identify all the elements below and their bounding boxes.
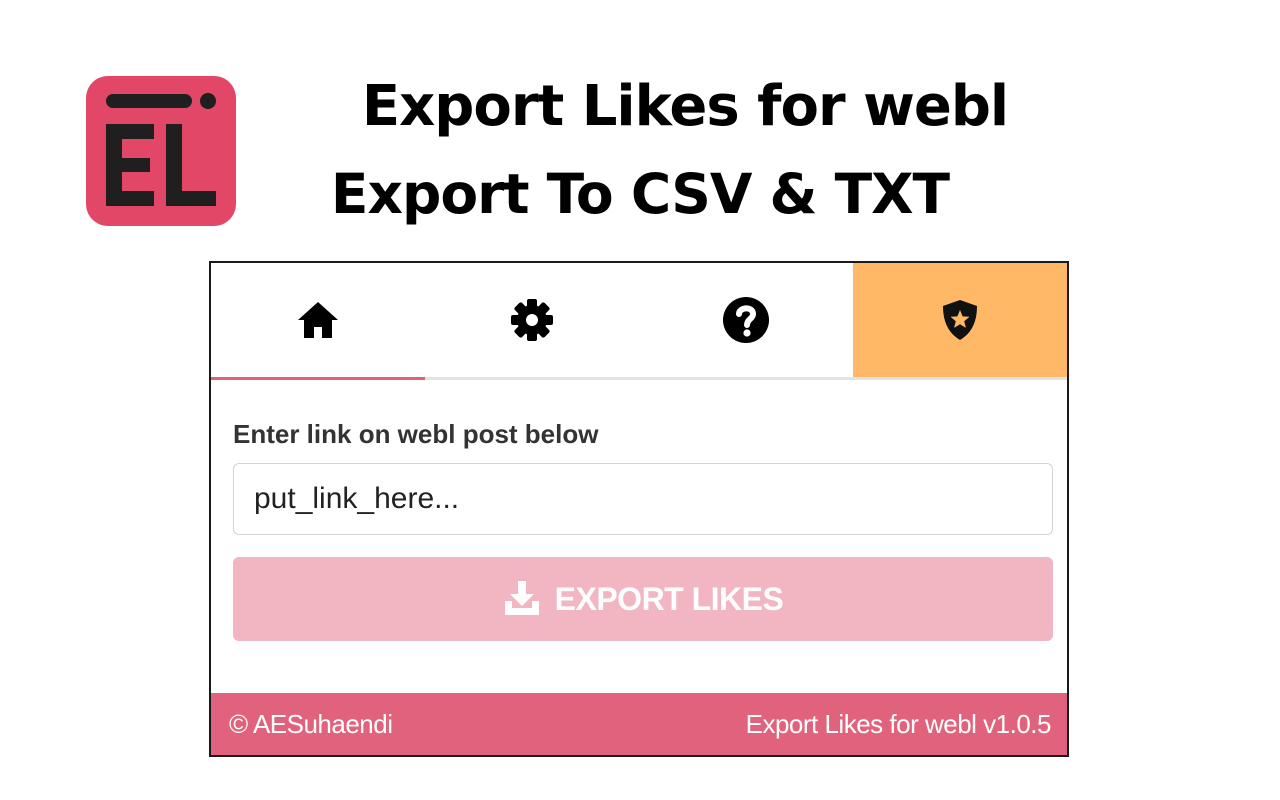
export-likes-label: EXPORT LIKES [554, 580, 784, 617]
download-icon [504, 581, 539, 615]
copyright-text: © AESuhaendi [229, 708, 393, 739]
banner-subtitle: Export To CSV & TXT [330, 162, 950, 226]
help-icon [723, 297, 769, 343]
app-logo [86, 76, 236, 226]
popup-footer: © AESuhaendi Export Likes for webl v1.0.… [211, 693, 1067, 755]
home-icon [298, 302, 338, 338]
extension-popup: Enter link on webl post below EXPORT LIK… [209, 261, 1069, 757]
tab-home[interactable] [211, 263, 425, 380]
link-field-label: Enter link on webl post below [233, 419, 599, 449]
logo-mark [106, 93, 216, 206]
tab-premium[interactable] [853, 263, 1067, 380]
tab-settings[interactable] [425, 263, 639, 380]
export-likes-button[interactable]: EXPORT LIKES [233, 557, 1053, 641]
tab-bar [211, 263, 1067, 380]
banner-title: Export Likes for webl [361, 74, 1009, 139]
shield-star-icon [943, 300, 977, 340]
version-text: Export Likes for webl v1.0.5 [745, 708, 1052, 739]
post-link-input[interactable] [233, 463, 1053, 535]
gear-icon [511, 299, 553, 341]
tab-help[interactable] [639, 263, 853, 380]
